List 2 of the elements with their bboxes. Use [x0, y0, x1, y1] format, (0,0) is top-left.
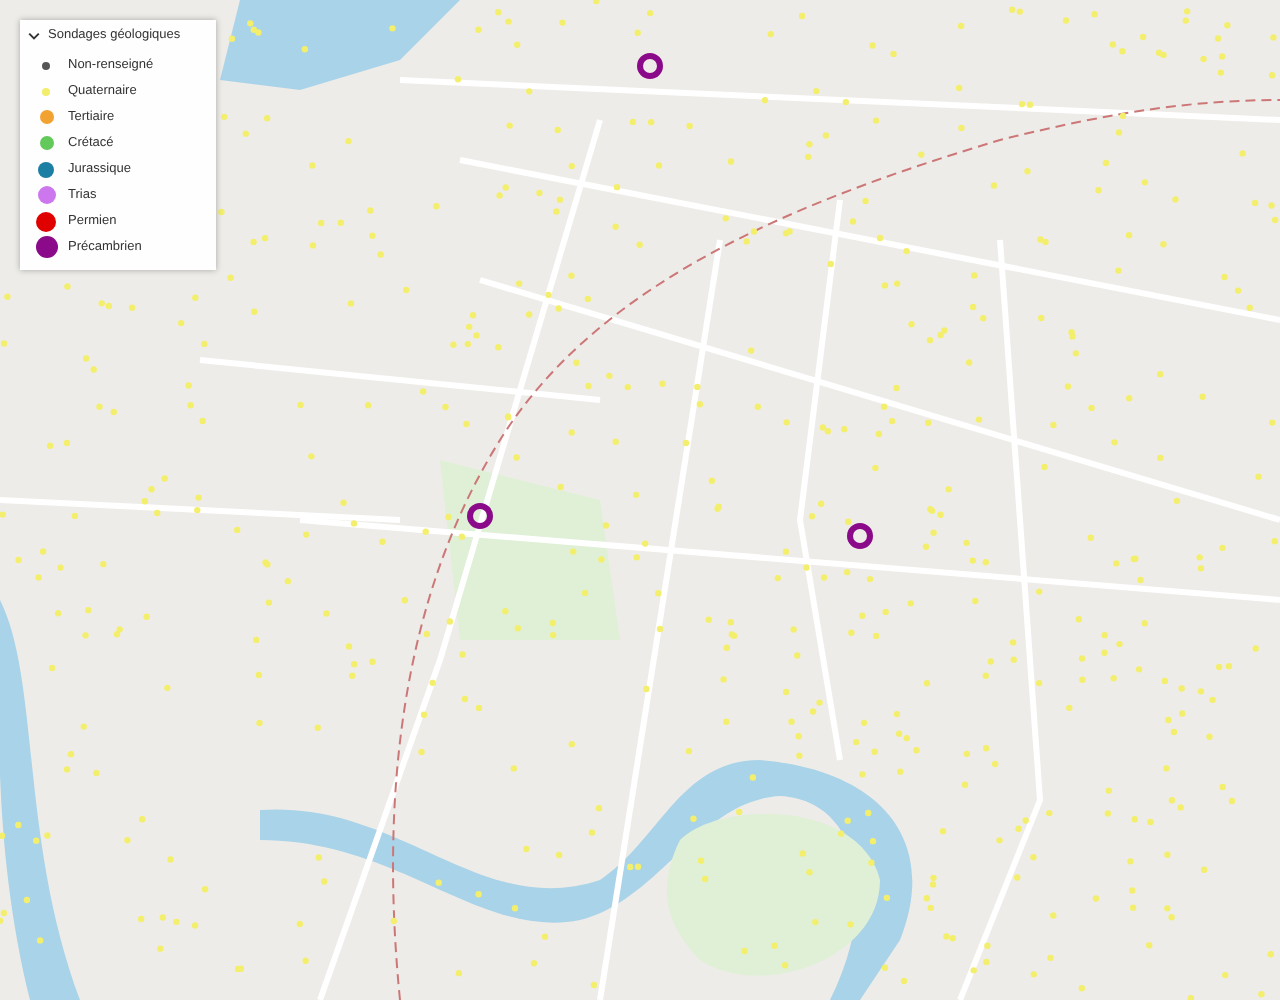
caret-icon — [28, 29, 40, 41]
map-drawing[interactable] — [0, 0, 1280, 1000]
